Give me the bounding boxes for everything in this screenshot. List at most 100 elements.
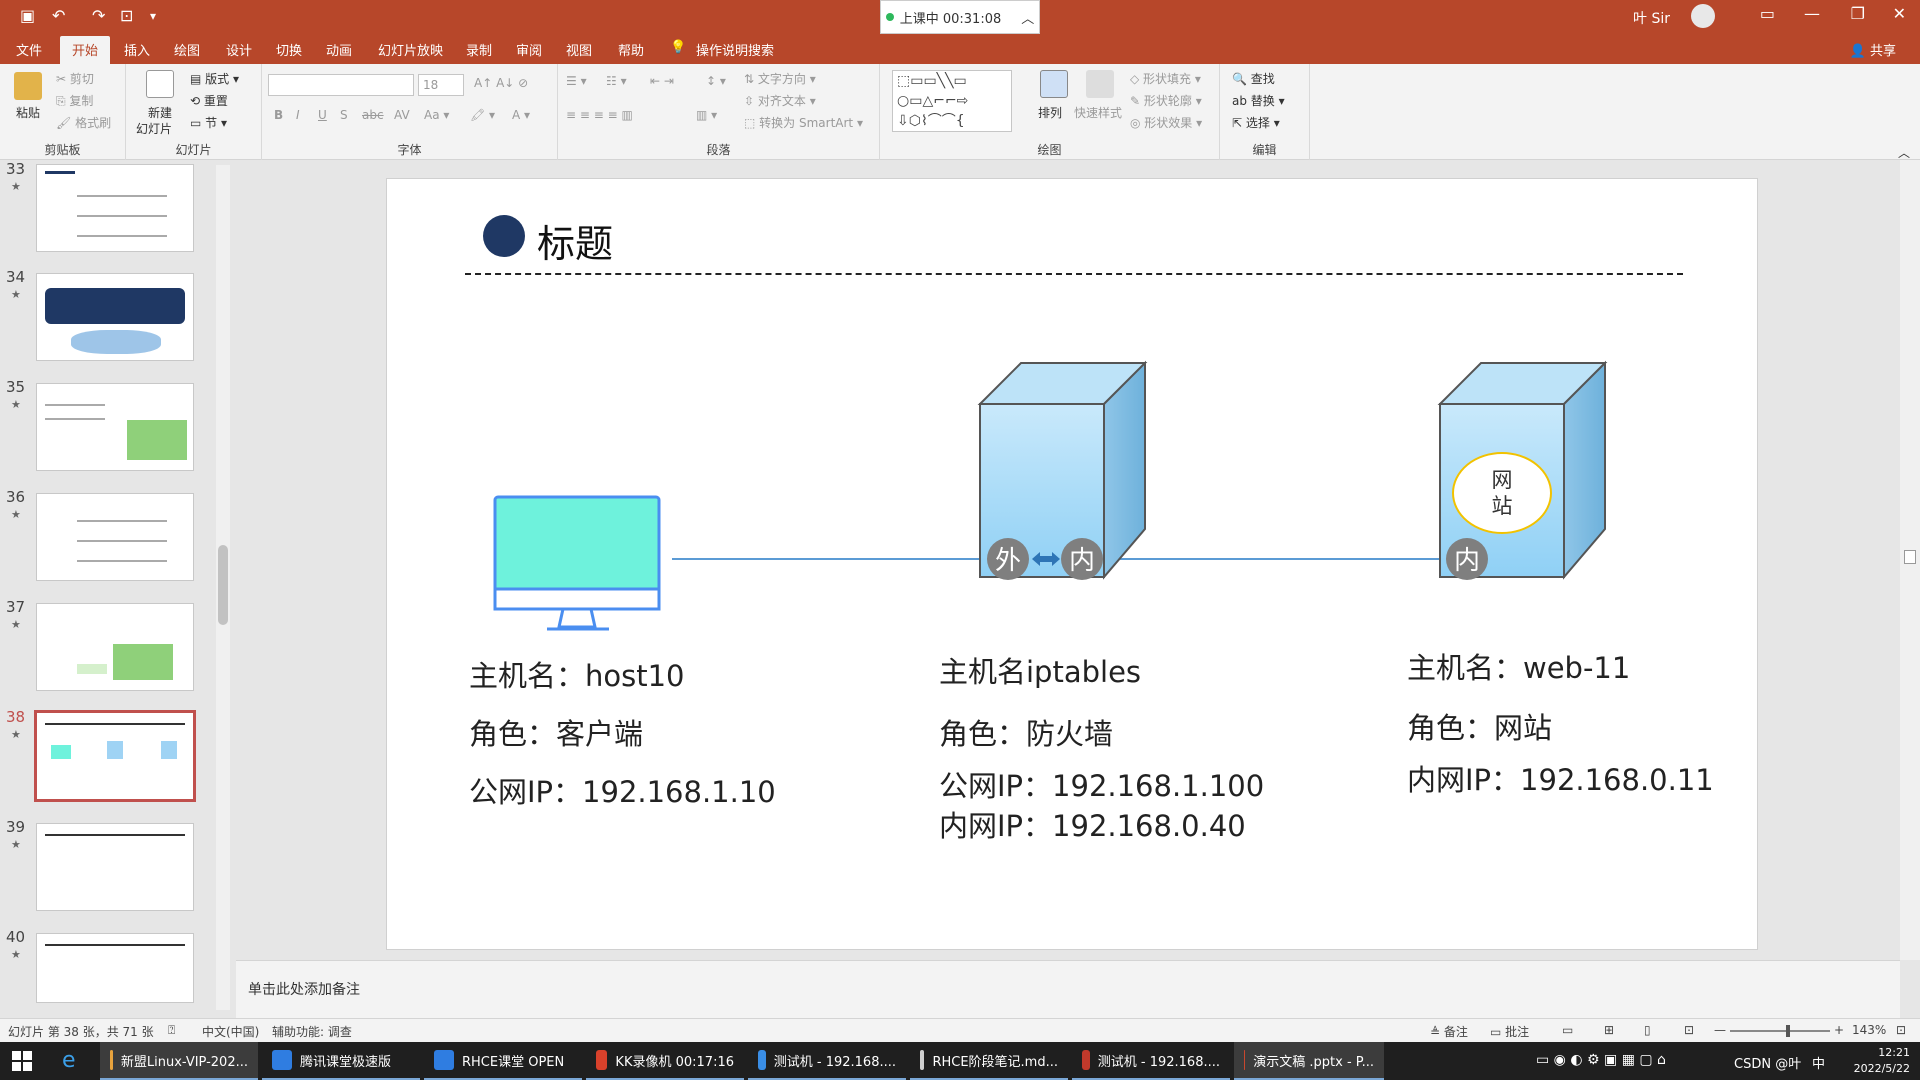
select-button[interactable]: ⇱ 选择 ▾ xyxy=(1232,114,1280,131)
host-client-ip[interactable]: 公网IP：192.168.1.10 xyxy=(469,769,776,811)
slide-thumbnail-35[interactable] xyxy=(36,383,194,471)
tab-design[interactable]: 设计 xyxy=(226,40,252,59)
host-firewall-internal-ip[interactable]: 内网IP：192.168.0.40 xyxy=(939,803,1246,845)
shadow-icon[interactable]: S xyxy=(340,108,348,122)
taskbar-item-3[interactable]: RHCE课堂 OPEN xyxy=(424,1042,582,1080)
tell-me-search[interactable]: 操作说明搜索 xyxy=(696,40,774,59)
cut-button[interactable]: ✂ 剪切 xyxy=(56,70,94,87)
slide-thumbnail-38[interactable] xyxy=(34,710,196,802)
zoom-knob[interactable] xyxy=(1786,1025,1790,1037)
font-name-box[interactable] xyxy=(268,74,414,96)
find-button[interactable]: 🔍 查找 xyxy=(1232,70,1275,87)
save-icon[interactable]: ▣ xyxy=(20,6,35,25)
shape-outline-button[interactable]: ✎ 形状轮廓 ▾ xyxy=(1130,92,1202,109)
numbering-icon[interactable]: ☷ ▾ xyxy=(606,74,627,88)
reading-view-icon[interactable]: ▯ xyxy=(1644,1023,1651,1037)
zoom-out-icon[interactable]: — xyxy=(1714,1023,1726,1037)
fit-to-window-icon[interactable]: ⊡ xyxy=(1896,1023,1906,1037)
tab-record[interactable]: 录制 xyxy=(466,40,492,59)
customize-toolbar-icon[interactable]: ▾ xyxy=(150,9,156,23)
arrange-button[interactable]: 排列 xyxy=(1038,104,1062,121)
ime-indicator[interactable]: CSDN @叶 xyxy=(1734,1053,1801,1072)
editor-scrollbar[interactable] xyxy=(1900,160,1920,960)
zoom-slider[interactable] xyxy=(1730,1025,1830,1037)
new-slide-icon[interactable] xyxy=(146,70,174,98)
align-text-button[interactable]: ⇳ 对齐文本 ▾ xyxy=(744,92,816,109)
shape-effects-button[interactable]: ◎ 形状效果 ▾ xyxy=(1130,114,1202,131)
scroll-knob[interactable] xyxy=(1904,550,1916,564)
share-button[interactable]: 👤 共享 xyxy=(1850,40,1896,59)
tab-view[interactable]: 视图 xyxy=(566,40,592,59)
indent-icon[interactable]: ⇤ ⇥ xyxy=(650,74,674,88)
font-color-icon[interactable]: A ▾ xyxy=(512,108,530,122)
arrange-icon[interactable] xyxy=(1040,70,1068,98)
zoom-level[interactable]: 143% xyxy=(1852,1023,1886,1037)
bold-icon[interactable]: B xyxy=(274,108,283,122)
taskbar-item-1[interactable]: 新盟Linux-VIP-202... xyxy=(100,1042,258,1080)
close-icon[interactable]: ✕ xyxy=(1893,4,1906,23)
bullets-icon[interactable]: ☰ ▾ xyxy=(566,74,587,88)
strikethrough-icon[interactable]: abc xyxy=(362,108,384,122)
format-painter-button[interactable]: 🖌 格式刷 xyxy=(56,114,111,131)
notes-pane[interactable]: 单击此处添加备注 xyxy=(236,960,1900,1022)
char-spacing-icon[interactable]: AV xyxy=(394,108,410,122)
quick-styles-icon[interactable] xyxy=(1086,70,1114,98)
taskbar-item-2[interactable]: 腾讯课堂极速版 xyxy=(262,1042,420,1080)
tray-icons[interactable]: ▭ ◉ ◐ ⚙ ▣ ▦ ▢ ⌂ xyxy=(1536,1052,1666,1068)
accessibility-status[interactable]: 辅助功能: 调查 xyxy=(272,1023,352,1040)
smartart-button[interactable]: ⬚ 转换为 SmartArt ▾ xyxy=(744,114,863,131)
spellcheck-icon[interactable]: ⍰ xyxy=(168,1023,175,1038)
scroll-knob[interactable] xyxy=(218,545,228,625)
ribbon-display-icon[interactable]: ▭ xyxy=(1760,4,1775,23)
tab-file[interactable]: 文件 xyxy=(16,40,42,59)
collapse-ribbon-icon[interactable]: ︿ xyxy=(1898,144,1910,161)
avatar[interactable] xyxy=(1691,4,1715,28)
slide-canvas[interactable]: 标题 外 内 网 站 内 主机名：host10 角色：客户端 公网IP：192.… xyxy=(386,178,1758,950)
slide-thumbnail-36[interactable] xyxy=(36,493,194,581)
host-web-name[interactable]: 主机名：web-11 xyxy=(1407,645,1630,687)
normal-view-icon[interactable]: ▭ xyxy=(1562,1023,1573,1037)
host-client-name[interactable]: 主机名：host10 xyxy=(469,653,685,695)
copy-button[interactable]: ⎘ 复制 xyxy=(56,92,93,109)
shape-fill-button[interactable]: ◇ 形状填充 ▾ xyxy=(1130,70,1201,87)
edge-browser-icon[interactable]: e xyxy=(62,1048,76,1073)
host-firewall-public-ip[interactable]: 公网IP：192.168.1.100 xyxy=(939,763,1264,805)
host-firewall-role[interactable]: 角色：防火墙 xyxy=(939,711,1113,753)
align-icons[interactable]: ≡ ≡ ≡ ≡ ▥ xyxy=(566,108,633,122)
slide-thumbnail-37[interactable] xyxy=(36,603,194,691)
notes-toggle[interactable]: ≜ 备注 xyxy=(1430,1023,1468,1040)
font-size-box[interactable]: 18 xyxy=(418,74,464,96)
collapse-icon[interactable]: ︿ xyxy=(1021,8,1034,27)
thumbnail-scrollbar[interactable] xyxy=(216,165,230,1010)
language-indicator[interactable]: 中文(中国) xyxy=(202,1023,259,1040)
quick-styles-button[interactable]: 快速样式 xyxy=(1074,104,1122,121)
section-button[interactable]: ▭ 节 ▾ xyxy=(190,114,227,131)
reset-button[interactable]: ⟲ 重置 xyxy=(190,92,228,109)
tab-animations[interactable]: 动画 xyxy=(326,40,352,59)
underline-icon[interactable]: U xyxy=(318,108,327,122)
slide-sorter-icon[interactable]: ⊞ xyxy=(1604,1023,1614,1037)
taskbar-item-7[interactable]: 测试机 - 192.168.... xyxy=(1072,1042,1230,1080)
change-case-icon[interactable]: Aa ▾ xyxy=(424,108,449,122)
columns-icon[interactable]: ▥ ▾ xyxy=(696,108,717,122)
slide-thumbnail-40[interactable] xyxy=(36,933,194,1003)
taskbar-item-6[interactable]: RHCE阶段笔记.md... xyxy=(910,1042,1068,1080)
live-class-indicator[interactable]: 上课中 00:31:08 ︿ xyxy=(880,0,1040,34)
undo-icon[interactable]: ↶ xyxy=(52,6,65,25)
ime-mode[interactable]: 中 xyxy=(1812,1053,1825,1072)
host-web-ip[interactable]: 内网IP：192.168.0.11 xyxy=(1407,757,1714,799)
new-slide-button[interactable]: 新建 xyxy=(148,104,172,121)
tab-draw[interactable]: 绘图 xyxy=(174,40,200,59)
replace-button[interactable]: ab 替换 ▾ xyxy=(1232,92,1285,109)
line-spacing-icon[interactable]: ↕ ▾ xyxy=(706,74,726,88)
tab-transitions[interactable]: 切换 xyxy=(276,40,302,59)
taskbar-item-4[interactable]: KK录像机 00:17:16 xyxy=(586,1042,744,1080)
tab-home[interactable]: 开始 xyxy=(60,36,111,64)
slide-thumbnail-39[interactable] xyxy=(36,823,194,911)
text-direction-button[interactable]: ⇅ 文字方向 ▾ xyxy=(744,70,816,87)
layout-button[interactable]: ▤ 版式 ▾ xyxy=(190,70,239,87)
host-firewall-name[interactable]: 主机名iptables xyxy=(939,649,1141,691)
host-client-role[interactable]: 角色：客户端 xyxy=(469,711,643,753)
tab-insert[interactable]: 插入 xyxy=(124,40,150,59)
user-name[interactable]: 叶 Sir xyxy=(1633,8,1670,28)
